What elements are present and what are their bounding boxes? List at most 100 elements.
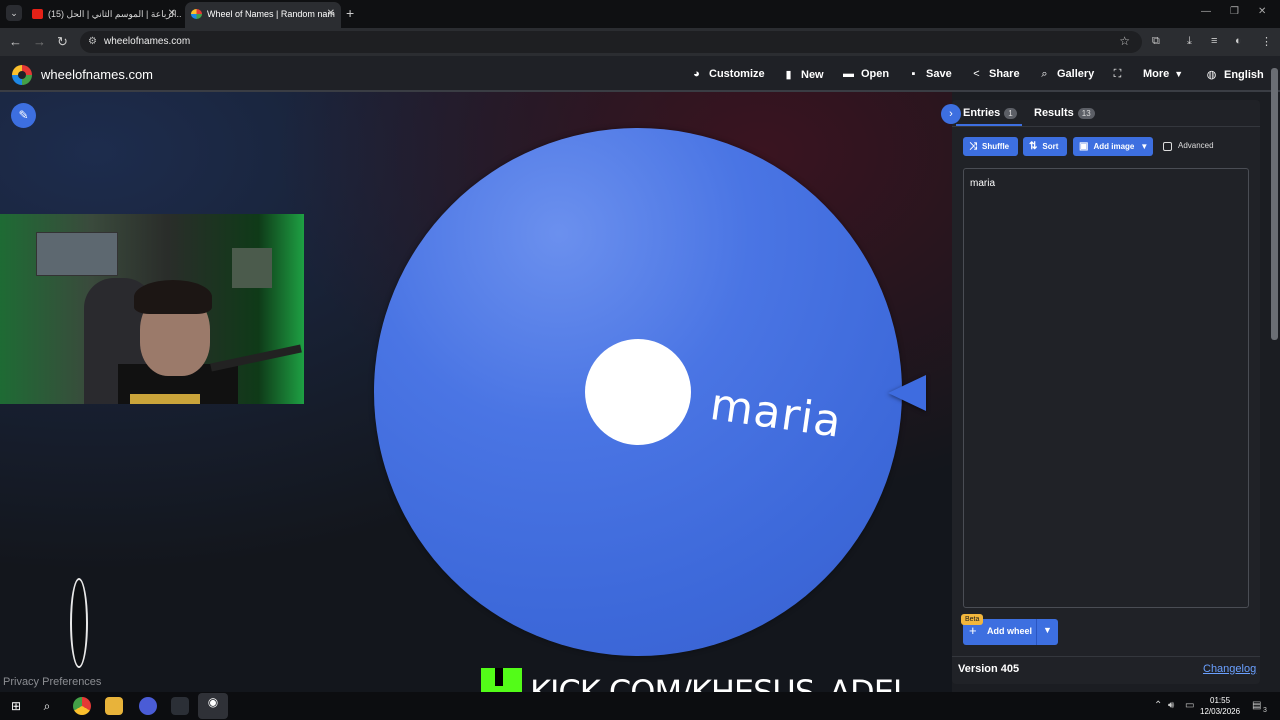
bookmark-star-icon[interactable]: ☆ bbox=[1119, 34, 1130, 48]
pencil-icon: ✎ bbox=[18, 108, 29, 122]
entry-line: maria bbox=[970, 178, 996, 189]
version-label: Version 405 bbox=[958, 663, 1020, 675]
browser-menu-icon[interactable]: ⋮ bbox=[1261, 35, 1272, 48]
tab-search-button[interactable]: ⌄ bbox=[6, 5, 22, 21]
restore-icon[interactable]: ❐ bbox=[1230, 6, 1239, 17]
image-icon: ▣ bbox=[1079, 141, 1089, 152]
site-info-icon[interactable]: ⚙ bbox=[88, 36, 97, 47]
youtube-icon bbox=[32, 9, 43, 19]
wall-poster bbox=[36, 232, 118, 276]
app-icon[interactable] bbox=[139, 697, 157, 715]
browser-tab-wheel[interactable]: Wheel of Names | Random nam ✕ bbox=[185, 2, 341, 28]
language-button[interactable]: ◍ English bbox=[1205, 68, 1264, 81]
media-icon[interactable]: ≡ bbox=[1211, 35, 1217, 47]
mini-wheel-widget bbox=[70, 578, 88, 668]
logo-text[interactable]: wheelofnames.com bbox=[41, 67, 153, 82]
logo-icon[interactable] bbox=[12, 65, 32, 85]
caret-down-icon[interactable]: ▼ bbox=[1043, 625, 1052, 635]
forward-icon[interactable]: → bbox=[33, 34, 46, 49]
file-explorer-icon[interactable] bbox=[105, 697, 123, 715]
new-button[interactable]: ▮ New bbox=[782, 68, 824, 81]
shuffle-button[interactable]: ⤨ Shuffle bbox=[963, 137, 1018, 156]
globe-icon: ◍ bbox=[1206, 69, 1217, 81]
chrome-icon[interactable] bbox=[73, 697, 91, 715]
more-label: More bbox=[1143, 68, 1170, 80]
divider bbox=[952, 656, 1260, 657]
advanced-checkbox[interactable] bbox=[1163, 142, 1172, 151]
file-icon: ▮ bbox=[785, 69, 792, 81]
obs-glyph-icon: ◉ bbox=[207, 695, 219, 709]
windows-start-icon[interactable]: ⊞ bbox=[7, 697, 25, 715]
share-icon: < bbox=[973, 68, 980, 80]
app-header: wheelofnames.com ◕ Customize ▮ New ▬ Open ▪… bbox=[0, 56, 1280, 92]
new-tab-button[interactable]: + bbox=[346, 5, 354, 21]
language-label: English bbox=[1224, 69, 1264, 81]
plus-icon: + bbox=[969, 623, 977, 638]
fullscreen-icon: ⛶ bbox=[1113, 68, 1122, 80]
close-icon[interactable]: ✕ bbox=[327, 2, 335, 26]
download-icon[interactable]: ⤓ bbox=[1187, 35, 1192, 48]
shuffle-icon: ⤨ bbox=[969, 141, 977, 152]
advanced-label: Advanced bbox=[1178, 141, 1214, 150]
minimize-icon[interactable]: — bbox=[1201, 6, 1211, 17]
system-clock[interactable]: 01:55 12/03/2026 bbox=[1200, 695, 1240, 717]
new-label: New bbox=[801, 69, 824, 81]
caret-down-icon: ▼ bbox=[1140, 142, 1149, 151]
results-count-badge: 13 bbox=[1077, 108, 1095, 119]
profile-icon[interactable]: ◐ bbox=[1235, 35, 1242, 47]
tab-title: (15) الرباعة | الموسم الثاني | الحل... bbox=[48, 9, 182, 19]
open-button[interactable]: ▬ Open bbox=[842, 68, 889, 80]
folder-icon: ▬ bbox=[843, 68, 854, 80]
chevron-right-icon: › bbox=[949, 108, 953, 120]
volume-icon[interactable]: 🔊︎ bbox=[1168, 700, 1174, 711]
add-image-button[interactable]: ▣ Add image ▼ bbox=[1073, 137, 1153, 156]
obs-icon[interactable]: ◉ bbox=[198, 693, 228, 719]
gallery-label: Gallery bbox=[1057, 68, 1095, 80]
notification-icon[interactable]: ▤ bbox=[1252, 700, 1261, 711]
more-button[interactable]: More ▼ bbox=[1143, 68, 1183, 80]
share-label: Share bbox=[989, 68, 1020, 80]
spin-wheel[interactable]: maria bbox=[374, 128, 902, 656]
edit-pencil-button[interactable]: ✎ bbox=[11, 103, 36, 128]
close-icon[interactable]: ✕ bbox=[168, 2, 176, 26]
fullscreen-button[interactable]: ⛶ bbox=[1111, 68, 1130, 81]
notification-count: 3 bbox=[1263, 707, 1267, 714]
sort-button[interactable]: ⇅ Sort bbox=[1023, 137, 1067, 156]
tab-entries[interactable]: Entries 1 bbox=[963, 107, 1017, 119]
tab-title: Wheel of Names | Random nam bbox=[207, 9, 335, 19]
changelog-link[interactable]: Changelog bbox=[1203, 663, 1256, 675]
url-input[interactable]: ⚙ wheelofnames.com ☆ bbox=[80, 31, 1142, 53]
save-button[interactable]: ▪ Save bbox=[907, 68, 952, 80]
webcam-overlay bbox=[0, 214, 304, 404]
divider bbox=[1036, 619, 1037, 645]
address-bar: ← → ↻ ⚙ wheelofnames.com ☆ ⧉ ⤓ ≡ ◐ ⋮ bbox=[0, 28, 1280, 56]
network-icon[interactable]: ▭ bbox=[1185, 700, 1194, 711]
customize-button[interactable]: ◕ Customize bbox=[690, 68, 764, 80]
palette-icon: ◕ bbox=[693, 68, 700, 80]
terminal-icon[interactable] bbox=[171, 697, 189, 715]
page-scrollbar[interactable] bbox=[1271, 68, 1278, 340]
streamer-hair bbox=[134, 280, 212, 314]
share-button[interactable]: < Share bbox=[970, 68, 1020, 80]
tab-results[interactable]: Results 13 bbox=[1034, 107, 1095, 119]
wall-poster bbox=[232, 248, 272, 288]
reload-icon[interactable]: ↻ bbox=[57, 34, 68, 50]
windows-taskbar: ⊞ ⌕ ◉ ⌃ 🔊︎ ▭ 01:55 12/03/2026 ▤ 3 bbox=[0, 692, 1280, 720]
divider bbox=[952, 126, 1260, 127]
save-label: Save bbox=[926, 68, 952, 80]
window-close-icon[interactable]: ✕ bbox=[1258, 6, 1266, 17]
collapse-panel-button[interactable]: › bbox=[941, 104, 961, 124]
open-label: Open bbox=[861, 68, 890, 80]
gallery-button[interactable]: ⌕ Gallery bbox=[1038, 68, 1094, 81]
url-text: wheelofnames.com bbox=[104, 36, 191, 47]
clock-time: 01:55 bbox=[1210, 696, 1231, 705]
browser-tab-youtube[interactable]: (15) الرباعة | الموسم الثاني | الحل... ✕ bbox=[26, 2, 182, 28]
caret-down-icon: ▼ bbox=[1174, 69, 1184, 79]
extensions-icon[interactable]: ⧉ bbox=[1152, 35, 1160, 48]
privacy-preferences-link[interactable]: Privacy Preferences bbox=[3, 676, 101, 688]
tray-chevron-icon[interactable]: ⌃ bbox=[1154, 700, 1162, 711]
entries-textarea[interactable] bbox=[963, 168, 1249, 608]
back-icon[interactable]: ← bbox=[9, 34, 22, 49]
search-icon[interactable]: ⌕ bbox=[38, 697, 56, 715]
wheel-center-hub[interactable] bbox=[585, 339, 691, 445]
